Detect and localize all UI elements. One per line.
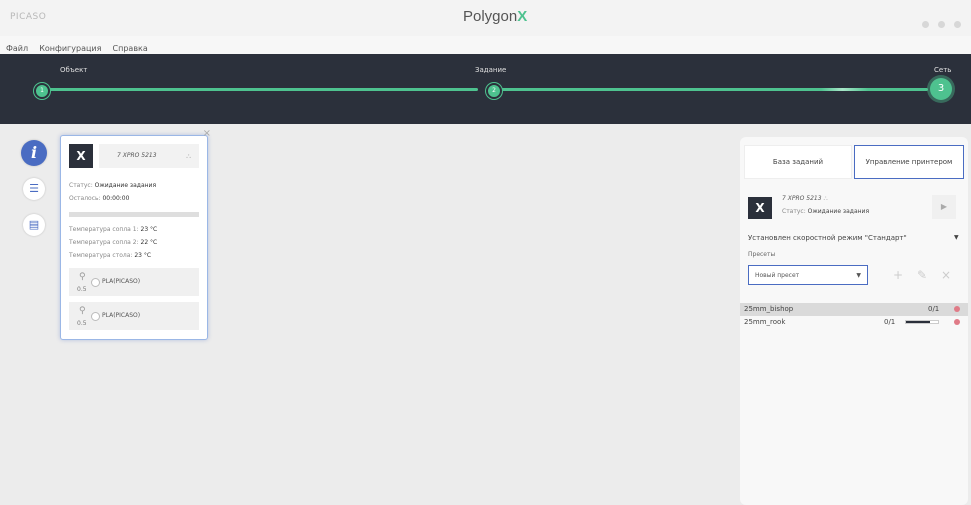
- edit-preset-icon[interactable]: ✎: [912, 265, 932, 285]
- menu-configuration[interactable]: Конфигурация: [39, 44, 101, 53]
- queue-item-name: 25mm_bishop: [744, 305, 794, 313]
- temp1-value: 23 °C: [140, 226, 158, 233]
- close-button[interactable]: [954, 21, 961, 28]
- job-progress-fill: [906, 321, 930, 323]
- remove-job-icon[interactable]: [954, 306, 960, 312]
- printer-card[interactable]: × X 7 XPRO 5213 ⛬ Статус: Ожидание задан…: [60, 128, 211, 340]
- temp1-line: Температура сопла 1: 23 °C: [69, 226, 157, 233]
- tab-task-database[interactable]: База заданий: [744, 145, 852, 179]
- tab-printer-control[interactable]: Управление принтером: [854, 145, 964, 179]
- chevron-down-icon: ▼: [856, 272, 861, 279]
- printer-logo: X: [748, 197, 772, 219]
- status-value: Ожидание задания: [94, 182, 157, 189]
- temp2-label: Температура сопла 2:: [69, 239, 139, 246]
- presets-label: Пресеты: [748, 251, 776, 258]
- bed-temp-line: Температура стола: 23 °C: [69, 252, 151, 259]
- wizard-track-1: [46, 88, 478, 91]
- print-progress-bar: [69, 212, 199, 217]
- printer-model: 7 XPRO 5213: [117, 152, 157, 159]
- step-label-object: Объект: [60, 66, 88, 74]
- printer-name-box: 7 XPRO 5213 ⛬: [99, 144, 199, 168]
- speed-mode-select[interactable]: Установлен скоростной режим "Стандарт": [748, 234, 907, 242]
- spool-slot-2[interactable]: ⚲ 0.5 PLA(PICASO): [69, 302, 199, 330]
- remaining-line: Осталось: 00:00:00: [69, 195, 129, 202]
- list-icon[interactable]: ☰: [23, 178, 45, 200]
- logo-text: Polygon: [463, 8, 518, 25]
- maximize-button[interactable]: [937, 21, 945, 28]
- polygon-logo: PolygonX: [463, 8, 527, 25]
- step-network-dot[interactable]: 3: [930, 78, 952, 100]
- nozzle-diameter: 0.5: [77, 286, 87, 293]
- spool-icon: ⚲: [79, 272, 86, 282]
- status-value: Ожидание задания: [807, 208, 870, 215]
- add-preset-icon[interactable]: +: [888, 265, 908, 285]
- bed-temp-label: Температура стола:: [69, 252, 133, 259]
- temp2-value: 22 °C: [140, 239, 158, 246]
- remaining-value: 00:00:00: [102, 195, 130, 202]
- step-label-network: Сеть: [934, 66, 952, 74]
- queue-item-count: 0/1: [884, 318, 896, 326]
- app-brand: PICASO: [10, 12, 47, 22]
- preset-value: Новый пресет: [755, 272, 800, 279]
- printer-model: 7 XPRO 5213 ⛬: [782, 195, 828, 203]
- window-controls: [918, 13, 961, 32]
- spool-radio[interactable]: [91, 312, 100, 321]
- preset-select[interactable]: Новый пресет ▼: [748, 265, 868, 285]
- remaining-label: Осталось:: [69, 195, 101, 202]
- spool-icon: ⚲: [79, 306, 86, 316]
- queue-item-count: 0/1: [928, 305, 940, 313]
- spool-radio[interactable]: [91, 278, 100, 287]
- queue-row[interactable]: 25mm_rook 0/1: [740, 316, 968, 329]
- status-label: Статус:: [69, 182, 93, 189]
- printer-status: Статус: Ожидание задания: [782, 208, 869, 215]
- printer-logo: X: [69, 144, 93, 168]
- nozzle-diameter: 0.5: [77, 320, 87, 327]
- step-label-task: Задание: [475, 66, 507, 74]
- step-object-dot[interactable]: 1: [34, 83, 50, 99]
- printer-model-text: 7 XPRO 5213: [782, 195, 822, 202]
- share-icon[interactable]: ⛬: [823, 195, 827, 202]
- close-icon[interactable]: ×: [203, 128, 211, 139]
- menu-bar: Файл Конфигурация Справка: [0, 36, 971, 55]
- spool-material: PLA(PICASO): [102, 312, 141, 319]
- temp1-label: Температура сопла 1:: [69, 226, 139, 233]
- minimize-button[interactable]: [921, 21, 929, 28]
- menu-help[interactable]: Справка: [113, 44, 148, 53]
- spool-material: PLA(PICASO): [102, 278, 141, 285]
- wizard-progress: Объект Задание Сеть 1 2 3: [0, 54, 971, 124]
- wizard-track-2: [500, 88, 928, 91]
- status-line: Статус: Ожидание задания: [69, 182, 156, 189]
- remove-job-icon[interactable]: [954, 319, 960, 325]
- status-label: Статус:: [782, 208, 806, 215]
- folder-icon[interactable]: ▤: [23, 214, 45, 236]
- chevron-down-icon[interactable]: ▼: [954, 234, 959, 241]
- share-icon[interactable]: ⛬: [186, 144, 191, 168]
- start-print-button[interactable]: ▶: [932, 195, 956, 219]
- info-icon[interactable]: i: [21, 140, 47, 166]
- logo-mark: X: [517, 8, 528, 25]
- spool-slot-1[interactable]: ⚲ 0.5 PLA(PICASO): [69, 268, 199, 296]
- bed-temp-value: 23 °C: [134, 252, 152, 259]
- menu-file[interactable]: Файл: [6, 44, 28, 53]
- queue-item-name: 25mm_rook: [744, 318, 786, 326]
- step-task-dot[interactable]: 2: [486, 83, 502, 99]
- job-progress-bar: [905, 320, 939, 324]
- delete-preset-icon[interactable]: ×: [936, 265, 956, 285]
- queue-row[interactable]: 25mm_bishop 0/1: [740, 303, 968, 316]
- printer-control-panel: База заданий Управление принтером X 7 XP…: [740, 137, 968, 505]
- temp2-line: Температура сопла 2: 22 °C: [69, 239, 157, 246]
- title-bar: PICASO PolygonX: [0, 0, 971, 36]
